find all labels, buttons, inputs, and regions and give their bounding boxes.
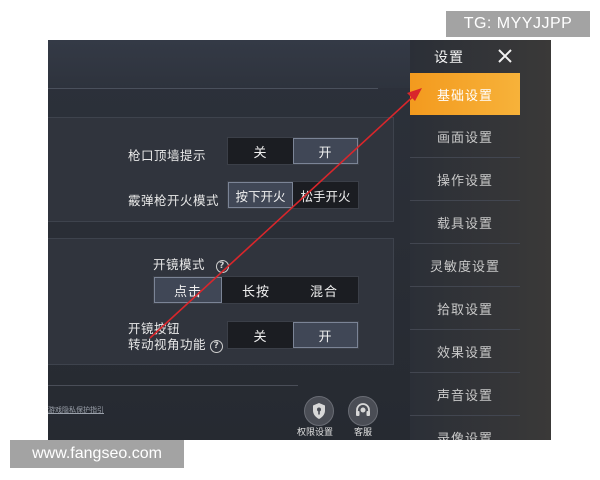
sidebar-item-audio[interactable]: 声音设置 — [410, 373, 520, 416]
privacy-guide-link[interactable]: 游戏隐私保护指引 — [48, 405, 104, 415]
headset-icon — [356, 403, 370, 416]
sidebar-item-sensitivity[interactable]: 灵敏度设置 — [410, 244, 520, 287]
close-icon — [498, 49, 512, 63]
shotgun-fire-mode-toggle: 按下开火 松手开火 — [227, 181, 359, 209]
scope-button-turn-label: 开镜按钮 转动视角功能? — [128, 321, 224, 353]
help-icon[interactable]: ? — [210, 339, 224, 353]
scope-mode-selector: 点击 长按 混合 — [153, 276, 359, 304]
scope-mode-mixed-button[interactable]: 混合 — [290, 277, 358, 303]
sidebar-header: 设置 — [410, 40, 520, 73]
shield-icon — [313, 403, 325, 419]
sidebar-item-effects[interactable]: 效果设置 — [410, 330, 520, 373]
help-icon[interactable]: ? — [215, 259, 229, 273]
muzzle-wall-hint-off-button[interactable]: 关 — [228, 138, 293, 164]
watermark-website: www.fangseo.com — [10, 440, 184, 468]
sidebar-item-controls[interactable]: 操作设置 — [410, 158, 520, 201]
top-bar — [48, 40, 410, 88]
scope-button-turn-label-line2: 转动视角功能? — [128, 337, 224, 353]
sidebar-item-graphics[interactable]: 画面设置 — [410, 115, 520, 158]
divider — [48, 385, 298, 386]
sidebar-item-vehicle[interactable]: 载具设置 — [410, 201, 520, 244]
scope-mode-label: 开镜模式 — [153, 257, 206, 272]
shotgun-fire-mode-label: 霰弹枪开火模式 — [128, 193, 220, 208]
settings-title: 设置 — [434, 50, 464, 66]
press-to-fire-button[interactable]: 按下开火 — [228, 182, 293, 208]
scope-mode-row: 开镜模式 ? — [153, 254, 229, 273]
muzzle-wall-hint-toggle: 关 开 — [227, 137, 359, 165]
scope-button-turn-label-line1: 开镜按钮 — [128, 321, 181, 336]
muzzle-wall-hint-on-button[interactable]: 开 — [293, 138, 358, 164]
game-settings-screen: 枪口顶墙提示 关 开 霰弹枪开火模式 按下开火 松手开火 开镜模式 ? 点击 长… — [48, 40, 551, 440]
scope-mode-hold-button[interactable]: 长按 — [222, 277, 290, 303]
customer-service-label: 客服 — [354, 428, 373, 438]
scope-button-turn-toggle: 关 开 — [227, 321, 359, 349]
muzzle-wall-hint-label: 枪口顶墙提示 — [128, 148, 207, 163]
watermark-telegram: TG: MYYJJPP — [446, 11, 590, 37]
sidebar-item-pickup[interactable]: 拾取设置 — [410, 287, 520, 330]
sidebar-item-recording[interactable]: 录像设置 — [410, 416, 520, 441]
scope-button-turn-off-button[interactable]: 关 — [228, 322, 293, 348]
customer-service-button[interactable] — [348, 396, 378, 426]
scope-settings-panel: 开镜模式 ? 点击 长按 混合 开镜按钮 转动视角功能? 关 开 — [48, 238, 394, 365]
settings-sidebar: 设置 基础设置 画面设置 操作设置 载具设置 灵敏度设置 拾取设置 效果设置 声… — [410, 40, 551, 440]
fire-settings-panel: 枪口顶墙提示 关 开 霰弹枪开火模式 按下开火 松手开火 — [48, 117, 394, 222]
sidebar-item-basic[interactable]: 基础设置 — [410, 73, 520, 115]
permission-settings-button[interactable] — [304, 396, 334, 426]
divider — [48, 88, 378, 89]
close-button[interactable] — [492, 43, 518, 69]
scope-button-turn-on-button[interactable]: 开 — [293, 322, 358, 348]
release-to-fire-button[interactable]: 松手开火 — [293, 182, 358, 208]
scope-mode-tap-button[interactable]: 点击 — [154, 277, 222, 303]
permission-settings-label: 权限设置 — [297, 428, 334, 438]
